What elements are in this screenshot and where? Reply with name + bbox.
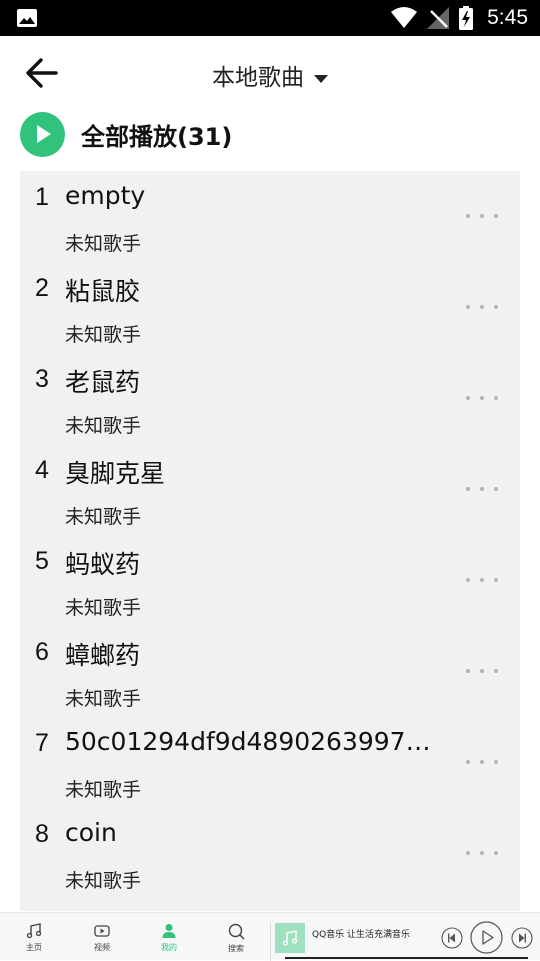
song-artist: 未知歌手 [65, 870, 142, 892]
song-index: 8 [35, 820, 49, 848]
song-title: 粘鼠胶 [65, 277, 141, 306]
tab-label: 视频 [94, 943, 110, 952]
tab-video[interactable]: 视频 [74, 913, 130, 961]
song-list[interactable]: 1 empty 未知歌手 2 粘鼠胶 未知歌手 3 老鼠药 未知歌手 4 臭脚克… [20, 171, 520, 911]
top-bar: 本地歌曲 [0, 36, 540, 110]
tab-mine[interactable]: 我的 [141, 913, 197, 961]
no-signal-icon [427, 7, 450, 29]
song-artist: 未知歌手 [65, 324, 142, 346]
song-artist: 未知歌手 [65, 597, 142, 619]
song-index: 5 [35, 547, 49, 575]
tab-label: 我的 [161, 943, 177, 952]
divider [270, 923, 271, 961]
song-index: 6 [35, 638, 49, 666]
previous-icon[interactable] [441, 927, 463, 949]
more-options-icon[interactable] [466, 389, 498, 407]
more-options-icon[interactable] [466, 662, 498, 680]
more-options-icon[interactable] [466, 298, 498, 316]
song-title: 蚂蚁药 [65, 550, 141, 579]
song-title: 50c01294df9d489026399782... [65, 727, 437, 756]
wifi-icon [391, 7, 418, 28]
song-title: coin [65, 818, 117, 847]
battery-charging-icon [459, 6, 474, 30]
person-icon [162, 924, 176, 938]
song-title: 老鼠药 [65, 368, 141, 397]
album-art[interactable] [275, 923, 305, 953]
play-all-button[interactable]: 全部播放(31) [20, 110, 232, 158]
more-options-icon[interactable] [466, 753, 498, 771]
play-icon[interactable] [470, 921, 503, 954]
status-time: 5:45 [487, 6, 528, 29]
now-playing-text: QQ音乐 让生活充满音乐 [312, 930, 411, 940]
playback-progress-bar [285, 957, 528, 959]
more-options-icon[interactable] [466, 207, 498, 225]
song-index: 3 [35, 365, 49, 393]
tab-label: 搜索 [228, 944, 244, 953]
play-circle-icon [20, 111, 65, 157]
song-row[interactable]: 1 empty 未知歌手 [20, 171, 520, 262]
caret-down-icon [314, 74, 328, 83]
more-options-icon[interactable] [466, 480, 498, 498]
song-artist: 未知歌手 [65, 233, 142, 255]
song-row[interactable]: 3 老鼠药 未知歌手 [20, 353, 520, 444]
bottom-bar: 主页 视频 我的 搜索 QQ音乐 让生活充满音乐 [0, 912, 540, 961]
search-icon [228, 923, 245, 940]
more-options-icon[interactable] [466, 844, 498, 862]
tab-search[interactable]: 搜索 [208, 913, 264, 961]
song-artist: 未知歌手 [65, 506, 142, 528]
next-icon[interactable] [511, 927, 533, 949]
song-artist: 未知歌手 [65, 779, 142, 801]
song-row[interactable]: 5 蚂蚁药 未知歌手 [20, 535, 520, 626]
status-bar: 5:45 [0, 0, 540, 36]
tab-home[interactable]: 主页 [6, 913, 62, 961]
video-icon [94, 925, 110, 937]
song-title: empty [65, 181, 146, 210]
tab-label: 主页 [26, 943, 42, 952]
song-index: 2 [35, 274, 49, 302]
song-index: 4 [35, 456, 49, 484]
song-index: 7 [35, 729, 49, 757]
song-index: 1 [35, 183, 49, 211]
song-row[interactable]: 6 蟑螂药 未知歌手 [20, 626, 520, 717]
song-row[interactable]: 2 粘鼠胶 未知歌手 [20, 262, 520, 353]
image-icon [17, 9, 37, 27]
song-row[interactable]: 4 臭脚克星 未知歌手 [20, 444, 520, 535]
music-note-icon [282, 930, 298, 946]
song-artist: 未知歌手 [65, 688, 142, 710]
song-title: 蟑螂药 [65, 641, 141, 670]
more-options-icon[interactable] [466, 571, 498, 589]
music-note-icon [26, 923, 42, 939]
song-title: 臭脚克星 [65, 459, 166, 488]
page-title: 本地歌曲 [212, 65, 304, 91]
song-row[interactable]: 8 coin 未知歌手 [20, 808, 520, 899]
title-dropdown[interactable]: 本地歌曲 [0, 58, 540, 92]
play-all-label: 全部播放(31) [81, 122, 233, 151]
song-artist: 未知歌手 [65, 415, 142, 437]
song-row[interactable]: 7 50c01294df9d489026399782... 未知歌手 [20, 717, 520, 808]
